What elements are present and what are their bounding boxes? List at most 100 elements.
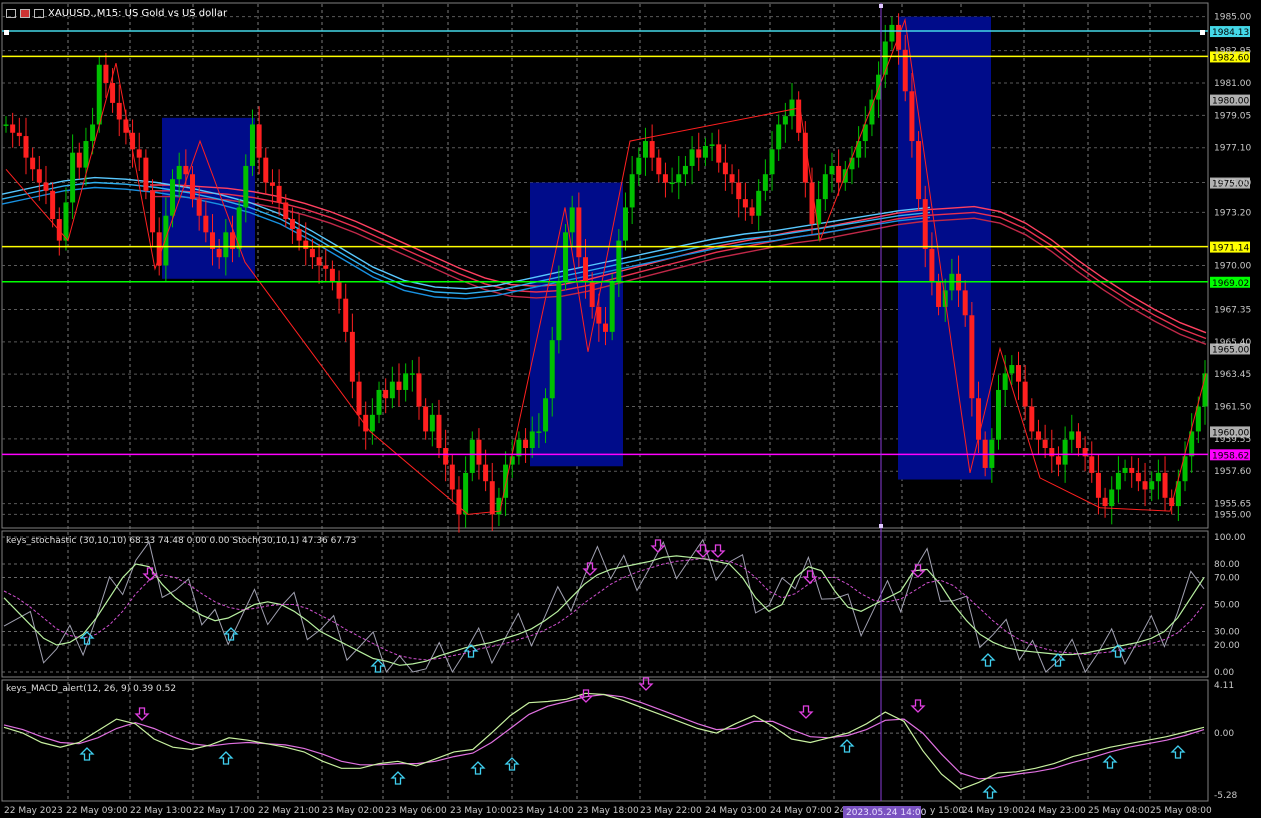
time-tick-label: 24 May 07:00 xyxy=(770,806,832,816)
price-tick-label: 1955.65 xyxy=(1214,500,1251,510)
candle-body xyxy=(1109,489,1115,507)
candle-body xyxy=(416,373,422,407)
candle-body xyxy=(263,157,269,183)
stoch-tick-label: 50.00 xyxy=(1214,601,1240,611)
candle-body xyxy=(50,190,56,220)
candle-body xyxy=(150,190,156,233)
time-tick-label: 24 May 23:00 xyxy=(1024,806,1086,816)
candle-body xyxy=(622,207,628,241)
symbol-title: XAUUSD.,M15: US Gold vs US dollar xyxy=(48,8,228,19)
candle-body xyxy=(23,136,29,158)
time-tick-label: 22 May 13:00 xyxy=(130,806,192,816)
candle-body xyxy=(163,215,169,266)
price-tick-label: 1981.00 xyxy=(1214,79,1251,89)
price-level-label: 1980.00 xyxy=(1212,97,1249,107)
candle-body xyxy=(143,157,149,191)
crosshair-top-handle[interactable] xyxy=(879,4,883,8)
flag-icon[interactable] xyxy=(34,9,44,18)
candle-body xyxy=(323,265,329,269)
candle-body xyxy=(1095,472,1101,498)
level-handle-right[interactable] xyxy=(1200,30,1205,35)
candle-body xyxy=(523,439,529,449)
candle-body xyxy=(16,132,22,137)
candle-body xyxy=(3,124,9,126)
stoch-tick-label: 70.00 xyxy=(1214,574,1240,584)
candle-body xyxy=(429,414,435,432)
candle-body xyxy=(563,232,569,283)
candle-body xyxy=(729,174,735,183)
candle-body xyxy=(243,165,249,208)
candle-body xyxy=(1155,472,1161,482)
candle-body xyxy=(190,174,196,200)
candle-body xyxy=(676,174,682,183)
candle-body xyxy=(696,149,702,158)
price-tick-label: 1959.55 xyxy=(1214,435,1251,445)
candle-body xyxy=(456,489,462,515)
candle-body xyxy=(762,174,768,191)
candle-body xyxy=(649,141,655,158)
macd-title: keys_MACD_alert(12, 26, 9) 0.39 0.52 xyxy=(6,684,177,694)
candle-body xyxy=(1022,381,1028,407)
candle-body xyxy=(609,282,615,332)
stoch-tick-label: 80.00 xyxy=(1214,560,1240,570)
candle-body xyxy=(349,331,355,382)
time-tick-label: 23 May 18:00 xyxy=(577,806,639,816)
candle-body xyxy=(449,464,455,490)
candle-body xyxy=(276,185,282,203)
candle-body xyxy=(289,219,295,229)
time-tick-label: 23 May 14:00 xyxy=(512,806,574,816)
candle-body xyxy=(543,398,549,432)
time-tick-label: 24 May 03:00 xyxy=(705,806,767,816)
candle-body xyxy=(343,298,349,332)
candle-body xyxy=(836,165,842,183)
crosshair-bottom-handle[interactable] xyxy=(879,524,883,528)
price-tick-label: 1973.20 xyxy=(1214,208,1251,218)
chart-type-icon[interactable] xyxy=(20,9,30,18)
candle-body xyxy=(756,190,762,216)
time-tick-label: 23 May 10:00 xyxy=(450,806,512,816)
stoch-tick-label: 30.00 xyxy=(1214,628,1240,638)
candle-body xyxy=(1075,431,1081,449)
candle-body xyxy=(443,448,449,465)
candle-body xyxy=(722,162,728,175)
candle-body xyxy=(1055,456,1061,465)
candle-body xyxy=(702,146,708,158)
candle-body xyxy=(716,144,722,163)
price-tick-label: 1977.10 xyxy=(1214,144,1251,154)
candle-body xyxy=(90,124,96,142)
macd-tick-label: -5.28 xyxy=(1214,791,1238,801)
candle-body xyxy=(30,157,36,170)
candle-body xyxy=(656,157,662,175)
candle-body xyxy=(709,144,715,147)
candle-body xyxy=(36,169,42,183)
time-tick-label: y 15:00 xyxy=(930,806,964,816)
price-tick-label: 1975.00 xyxy=(1214,179,1251,189)
price-level-label: 1958.62 xyxy=(1212,451,1249,461)
candle-body xyxy=(576,207,582,258)
candle-body xyxy=(309,248,315,258)
candle-body xyxy=(469,439,475,473)
candle-body xyxy=(782,116,788,125)
candle-body xyxy=(742,199,748,208)
candle-body xyxy=(629,174,635,208)
candle-body xyxy=(70,152,76,203)
candle-body xyxy=(603,323,608,332)
candle-body xyxy=(776,124,782,150)
candle-body xyxy=(103,64,109,83)
candle-body xyxy=(489,481,495,515)
level-handle-left[interactable] xyxy=(4,30,9,35)
candle-body xyxy=(796,99,802,133)
candle-body xyxy=(283,202,289,220)
candle-body xyxy=(336,282,342,299)
candle-body xyxy=(769,149,775,175)
candle-body xyxy=(789,99,795,117)
trading-chart[interactable]: 1984.131982.601980.001975.001971.141969.… xyxy=(0,0,1261,818)
candle-body xyxy=(996,389,1002,440)
window-menu-icon[interactable] xyxy=(6,9,16,18)
candle-body xyxy=(1142,481,1148,490)
candle-body xyxy=(116,102,122,120)
candle-body xyxy=(423,406,429,432)
price-tick-label: 1985.00 xyxy=(1214,13,1251,23)
stoch-tick-label: 0.00 xyxy=(1214,668,1234,678)
chart-header: XAUUSD.,M15: US Gold vs US dollar xyxy=(6,8,227,19)
